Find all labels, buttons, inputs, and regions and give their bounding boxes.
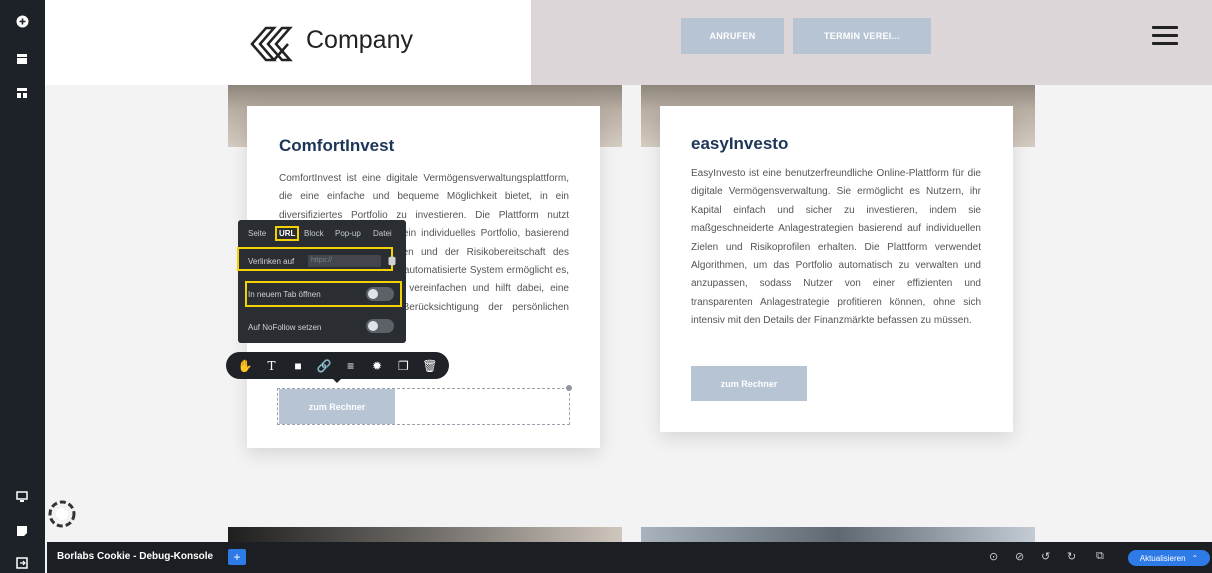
structure-icon[interactable] bbox=[9, 82, 35, 104]
redo-icon[interactable]: ↻ bbox=[1067, 550, 1076, 563]
new-tab-label: In neuem Tab öffnen bbox=[248, 290, 321, 299]
nofollow-label: Auf NoFollow setzen bbox=[248, 323, 322, 332]
hamburger-menu-icon[interactable] bbox=[1152, 26, 1178, 45]
debug-console-bar: Borlabs Cookie - Debug-Konsole + ⊙ ⊘ ↺ ↻… bbox=[47, 542, 1212, 573]
company-logo-text[interactable]: Company bbox=[306, 26, 413, 55]
square-icon[interactable]: ■ bbox=[288, 359, 308, 373]
toolbar-pointer bbox=[332, 378, 342, 383]
zum-rechner-button[interactable]: zum Rechner bbox=[691, 366, 807, 401]
card-title: ComfortInvest bbox=[279, 136, 395, 155]
card-text: EasyInvesto ist eine benutzerfreundliche… bbox=[691, 168, 981, 327]
add-element-icon[interactable] bbox=[9, 10, 35, 32]
card-image-lower-right bbox=[641, 527, 1035, 542]
card-title: easyInvesto bbox=[691, 134, 789, 153]
debug-console-title: Borlabs Cookie - Debug-Konsole bbox=[57, 551, 214, 562]
link-icon[interactable]: 🔗 bbox=[314, 359, 334, 373]
help-icon[interactable]: ⊙ bbox=[989, 550, 998, 563]
company-logo-icon[interactable] bbox=[248, 22, 296, 62]
trash-icon[interactable]: 🗑 bbox=[420, 359, 440, 373]
tab-url[interactable]: URL bbox=[275, 226, 300, 241]
desktop-preview-icon[interactable] bbox=[9, 486, 35, 508]
card-image-lower-left bbox=[228, 527, 622, 542]
resize-handle[interactable] bbox=[564, 383, 574, 393]
tab-seite[interactable]: Seite bbox=[248, 229, 266, 238]
update-button[interactable]: Aktualisieren ⌃ bbox=[1128, 550, 1210, 566]
external-link-icon[interactable]: ⧉ bbox=[1096, 550, 1104, 563]
text-icon[interactable]: T bbox=[262, 359, 282, 373]
block-toolbar: ✋ T ■ 🔗 ≡ ✹ ❐ 🗑 bbox=[226, 352, 449, 379]
cookie-icon[interactable] bbox=[48, 500, 76, 528]
tab-popup[interactable]: Pop-up bbox=[335, 229, 361, 238]
dynamic-data-icon[interactable] bbox=[388, 256, 396, 266]
page-settings-icon[interactable] bbox=[9, 520, 35, 542]
update-button-label: Aktualisieren bbox=[1139, 553, 1186, 563]
tab-datei[interactable]: Datei bbox=[373, 229, 392, 238]
link-settings-popover: Seite URL Block Pop-up Datei Verlinken a… bbox=[237, 220, 406, 343]
tab-block[interactable]: Block bbox=[304, 229, 324, 238]
zum-rechner-button[interactable]: zum Rechner bbox=[279, 389, 395, 424]
nofollow-toggle[interactable] bbox=[366, 319, 394, 333]
new-tab-toggle[interactable] bbox=[366, 287, 394, 301]
add-button[interactable]: + bbox=[228, 549, 246, 565]
chevron-up-icon[interactable]: ⌃ bbox=[1192, 554, 1199, 563]
layers-icon[interactable] bbox=[9, 48, 35, 70]
align-icon[interactable]: ≡ bbox=[341, 359, 361, 373]
editor-sidebar bbox=[0, 0, 45, 573]
copy-icon[interactable]: ❐ bbox=[393, 359, 413, 373]
exit-icon[interactable] bbox=[9, 552, 35, 573]
hide-icon[interactable]: ⊘ bbox=[1015, 550, 1024, 563]
gear-icon[interactable]: ✹ bbox=[367, 359, 387, 373]
undo-icon[interactable]: ↺ bbox=[1041, 550, 1050, 563]
url-input[interactable]: https:// bbox=[308, 255, 381, 267]
link-to-label: Verlinken auf bbox=[248, 257, 295, 266]
hand-icon[interactable]: ✋ bbox=[235, 359, 255, 373]
appointment-button[interactable]: TERMIN VEREI... bbox=[793, 18, 931, 54]
call-button[interactable]: ANRUFEN bbox=[681, 18, 784, 54]
